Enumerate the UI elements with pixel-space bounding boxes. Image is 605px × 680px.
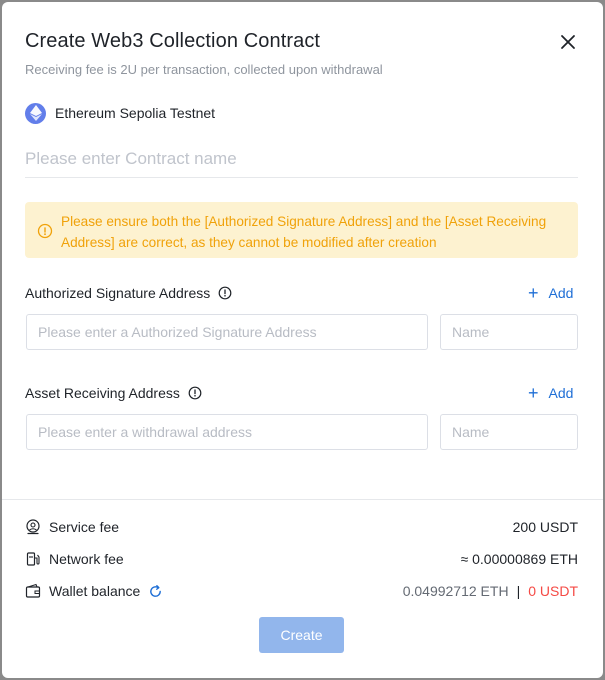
service-fee-icon [26, 519, 40, 535]
add-label: Add [548, 285, 574, 301]
info-circle-icon [37, 223, 53, 239]
asset-receiving-name-input[interactable] [440, 414, 578, 450]
wallet-eth-balance: 0.04992712 ETH [402, 583, 509, 599]
network-fee-label: Network fee [49, 551, 124, 567]
plus-icon: + [528, 383, 539, 403]
dialog-subtitle: Receiving fee is 2U per transaction, col… [25, 62, 383, 77]
network-selector: Ethereum Sepolia Testnet [25, 102, 215, 124]
authorized-signature-section-label: Authorized Signature Address [25, 285, 232, 301]
contract-name-input[interactable] [25, 140, 578, 178]
info-icon[interactable] [218, 286, 232, 300]
asset-receiving-section-label: Asset Receiving Address [25, 385, 202, 401]
close-icon[interactable] [558, 32, 578, 52]
network-fee-row: Network fee ≈ 0.00000869 ETH [25, 549, 578, 569]
network-name: Ethereum Sepolia Testnet [55, 105, 216, 121]
service-fee-row: Service fee 200 USDT [25, 517, 578, 537]
info-icon[interactable] [188, 386, 202, 400]
create-button[interactable]: Create [259, 617, 344, 653]
gas-pump-icon [26, 552, 40, 566]
warning-text: Please ensure both the [Authorized Signa… [61, 214, 547, 250]
create-contract-dialog: Create Web3 Collection Contract Receivin… [2, 2, 603, 678]
wallet-balance-label: Wallet balance [49, 583, 141, 599]
add-label: Add [548, 385, 574, 401]
wallet-usdt-balance: 0 USDT [528, 583, 578, 599]
authorized-signature-name-input[interactable] [440, 314, 578, 350]
authorized-signature-label: Authorized Signature Address [25, 285, 211, 301]
refresh-icon[interactable] [148, 584, 163, 599]
add-authorized-signature-button[interactable]: + Add [528, 283, 574, 303]
warning-banner: Please ensure both the [Authorized Signa… [25, 202, 578, 258]
wallet-balance-row: Wallet balance 0.04992712 ETH | 0 USDT [25, 581, 578, 601]
service-fee-value: 200 USDT [512, 519, 578, 535]
asset-receiving-label: Asset Receiving Address [25, 385, 180, 401]
add-asset-receiving-button[interactable]: + Add [528, 383, 574, 403]
withdrawal-address-input[interactable] [26, 414, 428, 450]
dialog-title: Create Web3 Collection Contract [25, 30, 321, 52]
service-fee-label: Service fee [49, 519, 120, 535]
balance-separator: | [516, 583, 521, 599]
footer-divider [2, 499, 603, 500]
ethereum-icon [25, 102, 46, 124]
plus-icon: + [528, 283, 539, 303]
authorized-signature-address-input[interactable] [26, 314, 428, 350]
wallet-icon [25, 583, 41, 598]
network-fee-value: ≈ 0.00000869 ETH [460, 551, 578, 567]
